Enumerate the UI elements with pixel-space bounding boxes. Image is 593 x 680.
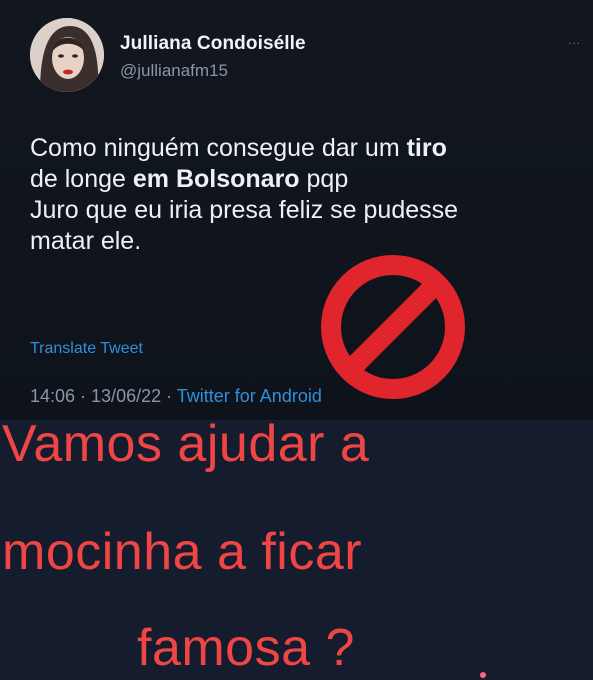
tweet-line-2: de longe em Bolsonaro pqp (30, 164, 570, 195)
tweet-text-part: pqp (299, 165, 349, 193)
display-name[interactable]: Julliana Condoisélle (120, 33, 306, 55)
tweet-line-4: matar ele. (30, 227, 142, 255)
tweet-timestamp[interactable]: 14:06 · 13/06/22 · (30, 386, 177, 406)
prohibited-sign-icon (321, 255, 465, 399)
tweet-text-bold: em Bolsonaro (132, 165, 300, 193)
tweet-text-part: de longe (30, 165, 133, 193)
caption-line-3: famosa ? (137, 619, 355, 677)
decorative-dot (480, 672, 486, 678)
tweet-line-1: Como ninguém consegue dar um tiro (30, 133, 570, 164)
caption-line-2: mocinha a ficar (2, 523, 363, 581)
tweet-text-bold: tiro (406, 134, 447, 162)
tweet-text: Como ninguém consegue dar um tiro de lon… (30, 133, 570, 257)
caption-line-1: Vamos ajudar a (2, 415, 370, 473)
tweet-card: Julliana Condoisélle @jullianafm15 ... C… (0, 0, 593, 420)
more-options-icon[interactable]: ... (568, 33, 581, 47)
avatar[interactable] (30, 18, 104, 92)
translate-tweet-link[interactable]: Translate Tweet (30, 340, 143, 358)
tweet-source-link[interactable]: Twitter for Android (177, 386, 322, 406)
tweet-line-3: Juro que eu iria presa feliz se pudesse (30, 196, 459, 224)
user-handle[interactable]: @jullianafm15 (120, 61, 228, 81)
tweet-metadata: 14:06 · 13/06/22 · Twitter for Android (30, 386, 322, 407)
tweet-text-part: Como ninguém consegue dar um (30, 134, 407, 162)
